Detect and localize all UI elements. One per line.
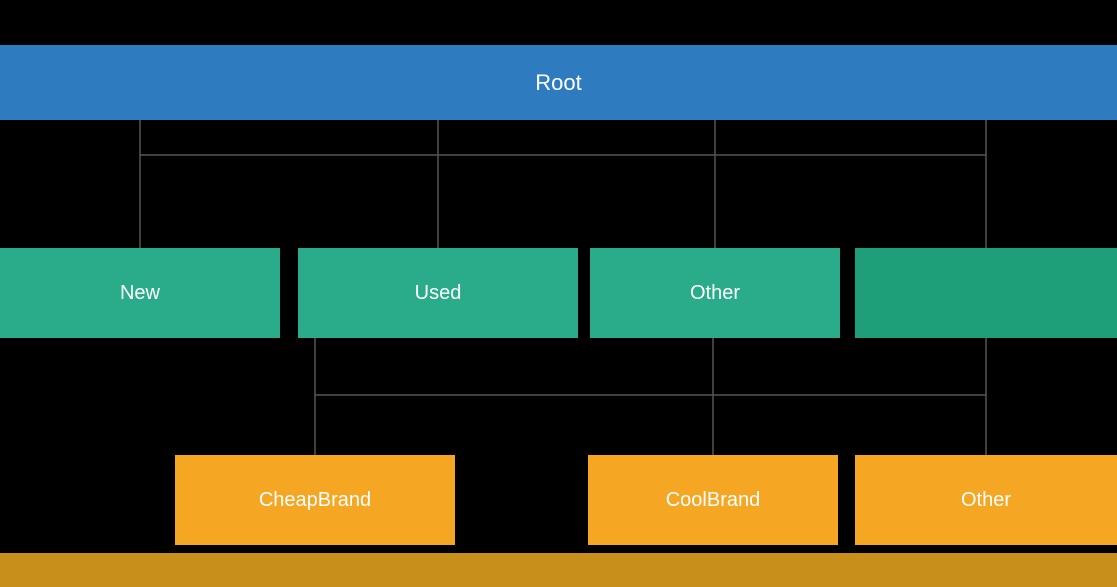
other-level3-label: Other xyxy=(961,489,1011,512)
node-root: Root xyxy=(0,45,1117,120)
tree-container: Root New Used Other CheapBrand CoolBrand… xyxy=(0,0,1117,587)
node-cheapbrand: CheapBrand xyxy=(175,455,455,545)
node-used: Used xyxy=(298,248,578,338)
new-label: New xyxy=(120,282,160,305)
other-level2-label: Other xyxy=(690,282,740,305)
node-coolbrand: CoolBrand xyxy=(588,455,838,545)
node-other-level3: Other xyxy=(855,455,1117,545)
node-new: New xyxy=(0,248,280,338)
node-teal-right xyxy=(855,248,1117,338)
root-label: Root xyxy=(535,70,581,96)
used-label: Used xyxy=(415,282,462,305)
cheapbrand-label: CheapBrand xyxy=(259,489,371,512)
gold-bar xyxy=(0,553,1117,587)
node-other-level2: Other xyxy=(590,248,840,338)
coolbrand-label: CoolBrand xyxy=(666,489,761,512)
